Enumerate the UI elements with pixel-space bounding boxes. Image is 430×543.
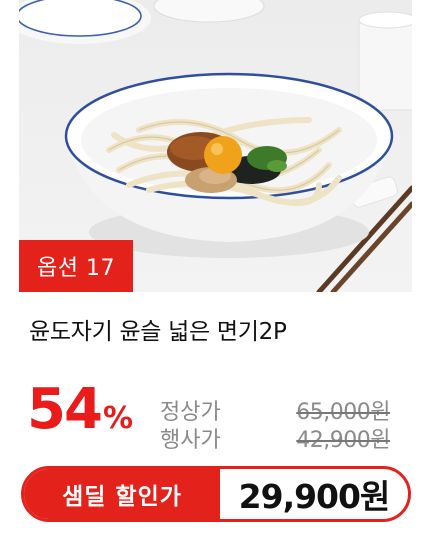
discount-rate-value: 54 (27, 377, 103, 442)
discount-rate: 54 % (27, 382, 133, 438)
deal-price-label: 샘딜 할인가 (24, 469, 220, 519)
event-price-row: 행사가 42,900원 (160, 424, 390, 453)
deal-price-value: 29,900원 (238, 477, 391, 516)
option-badge: 옵션 17 (19, 240, 133, 292)
product-title[interactable]: 윤도자기 윤슬 넓은 면기2P (29, 312, 287, 346)
regular-price-row: 정상가 65,000원 (160, 396, 390, 425)
deal-price-bar[interactable]: 샘딜 할인가 29,900원 (21, 466, 411, 522)
discount-rate-unit: % (102, 401, 133, 436)
option-badge-label: 옵션 17 (37, 256, 115, 281)
event-price-value: 42,900원 (296, 428, 390, 453)
event-price-label: 행사가 (160, 428, 221, 453)
